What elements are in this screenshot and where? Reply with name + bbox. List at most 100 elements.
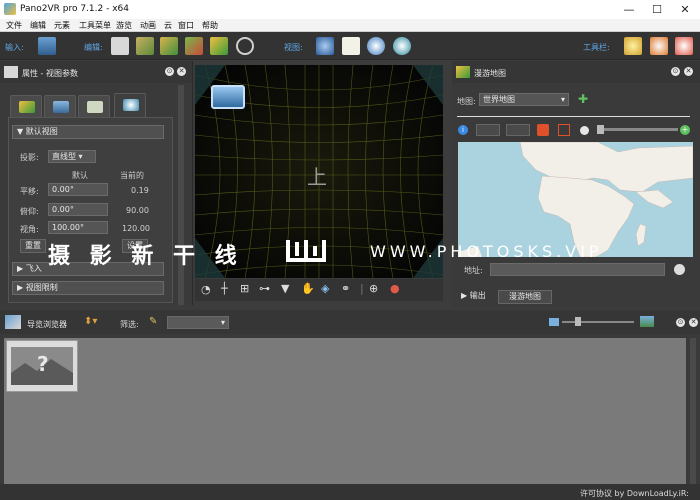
fov-current: 120.00 <box>122 224 150 233</box>
zoom-slider[interactable] <box>598 128 678 131</box>
close-icon[interactable]: ✕ <box>177 67 186 76</box>
watermark-text: 摄 影 新 干 线 <box>48 244 243 269</box>
menu-window[interactable]: 窗口 <box>178 20 194 31</box>
panorama-thumbnail[interactable]: ? <box>6 340 78 392</box>
tilt-field[interactable]: 0.00° <box>48 203 108 216</box>
zoom-out-icon[interactable] <box>580 126 589 135</box>
menu-animation[interactable]: 动画 <box>140 20 156 31</box>
target-icon[interactable]: ⊕ <box>369 282 378 295</box>
film-strip-icon[interactable] <box>111 37 129 55</box>
tour-browser-header: 导览浏览器 ⬍▾ 筛选: ✎ ▾ ⊙ ✕ <box>0 310 700 334</box>
google-maps-icon[interactable] <box>210 37 228 55</box>
menu-tools[interactable]: 工具菜单 <box>79 20 111 31</box>
panorama-hotspot-icon[interactable] <box>211 85 245 109</box>
viewer-toolbar: ◔ ┼ ⊞ ⊶ ▼ ✋ ◈ ⚭ | ⊕ ● <box>195 279 443 301</box>
marker-dropdown-icon[interactable] <box>506 124 530 136</box>
license-text: 许可协议 by DownLoadLy.iR: <box>580 489 689 498</box>
properties-scrollbar[interactable] <box>178 85 184 305</box>
import-panorama-icon[interactable] <box>38 37 56 55</box>
tab-tour-map[interactable]: 漫游地图 <box>498 290 552 304</box>
pencil-icon[interactable]: ✎ <box>149 316 157 327</box>
zoom-slider-handle[interactable] <box>597 125 604 134</box>
projection-value: 直线型 <box>52 152 76 161</box>
thumbnail-size-slider[interactable] <box>562 321 634 323</box>
eye-icon[interactable] <box>393 37 411 55</box>
pan-label: 平移: <box>20 187 39 196</box>
map-select-value: 世界地图 <box>483 95 515 104</box>
tilt-label: 俯仰: <box>20 207 39 216</box>
fov-label: 视角: <box>20 225 39 234</box>
document-icon[interactable] <box>342 37 360 55</box>
float-icon[interactable]: ⊙ <box>676 318 685 327</box>
projection-select[interactable]: 直线型 ▾ <box>48 150 96 163</box>
menu-edit[interactable]: 编辑 <box>30 20 46 31</box>
float-icon[interactable]: ⊙ <box>671 67 680 76</box>
color-wheel-icon[interactable]: ● <box>390 282 400 295</box>
compass-icon[interactable] <box>367 37 385 55</box>
filter-select[interactable]: ▾ <box>167 316 229 329</box>
info-icon[interactable]: i <box>458 125 468 135</box>
menu-help[interactable]: 帮助 <box>202 20 218 31</box>
browser-scrollbar[interactable] <box>690 338 696 484</box>
close-icon[interactable]: ✕ <box>689 318 698 327</box>
tour-map-header: 漫游地图 ⊙ ✕ <box>452 61 700 83</box>
toolbar-divider: | <box>360 282 364 295</box>
close-button[interactable]: ✕ <box>671 0 699 19</box>
input-label: 输入: <box>5 43 24 52</box>
tab-image[interactable] <box>78 95 110 117</box>
image-icon <box>87 101 103 113</box>
section-view-limits[interactable]: ▶ 视图限制 <box>12 281 164 295</box>
divider <box>457 116 690 117</box>
section-default-view[interactable]: ▼ 默认视图 <box>12 125 164 139</box>
tab-panorama[interactable] <box>44 95 76 117</box>
thumbnail-large-icon <box>640 316 654 327</box>
film-strip-icon <box>4 66 18 78</box>
level-icon[interactable]: ⊶ <box>259 282 270 295</box>
current-column-header: 当前的 <box>120 171 144 180</box>
star-icon[interactable] <box>624 37 642 55</box>
pin-icon[interactable] <box>537 124 549 136</box>
pan-field[interactable]: 0.00° <box>48 183 108 196</box>
zoom-in-icon[interactable]: + <box>680 125 690 135</box>
menu-file[interactable]: 文件 <box>6 20 22 31</box>
sort-dropdown-icon[interactable]: ⬍▾ <box>84 316 97 327</box>
cloud-sun-icon[interactable] <box>650 37 668 55</box>
cloud-upload-icon[interactable] <box>675 37 693 55</box>
hand-icon[interactable]: ✋ <box>301 282 315 295</box>
fov-field[interactable]: 100.00° <box>48 221 108 234</box>
link-dropdown-icon[interactable] <box>476 124 500 136</box>
menu-cloud[interactable]: 云 <box>164 20 172 31</box>
tour-browser-content[interactable]: ? <box>4 338 696 484</box>
maximize-button[interactable]: ☐ <box>643 0 671 19</box>
grid-icon[interactable]: ⊞ <box>240 282 249 295</box>
compass-icon[interactable]: ◔ <box>201 283 211 296</box>
tab-output[interactable]: ▶ 输出 <box>457 290 497 304</box>
map-edit-icon[interactable] <box>160 37 178 55</box>
menu-tour[interactable]: 游览 <box>116 20 132 31</box>
thumbnail-size-handle[interactable] <box>575 317 581 326</box>
view-label: 视图: <box>284 43 303 52</box>
watermark-logo <box>286 238 332 270</box>
menu-elements[interactable]: 元素 <box>54 20 70 31</box>
hotspot-icon[interactable] <box>136 37 154 55</box>
binoculars-icon[interactable] <box>316 37 334 55</box>
add-map-icon[interactable]: ✚ <box>578 92 588 106</box>
float-icon[interactable]: ⊙ <box>165 67 174 76</box>
map-select[interactable]: 世界地图 ▾ <box>479 93 569 106</box>
menu-bar: 文件 编辑 元素 工具菜单 游览 动画 云 窗口 帮助 <box>0 19 700 32</box>
tab-layers[interactable] <box>10 95 42 117</box>
title-bar: Pano2VR pro 7.1.2 - x64 — ☐ ✕ <box>0 0 700 19</box>
link-icon[interactable]: ⚭ <box>341 282 350 295</box>
panorama-icon <box>53 101 69 113</box>
tour-browser-icon[interactable] <box>185 37 203 55</box>
funnel-icon[interactable]: ▼ <box>281 282 289 295</box>
tab-view-params[interactable] <box>114 93 146 117</box>
properties-panel-title: 属性 - 视图参数 <box>22 69 78 78</box>
crosshair-icon[interactable]: ┼ <box>221 282 228 295</box>
paint-bucket-icon[interactable]: ◈ <box>321 282 329 295</box>
film-reel-icon[interactable] <box>236 37 254 55</box>
fit-bounds-icon[interactable] <box>558 124 570 136</box>
minimize-button[interactable]: — <box>615 0 643 19</box>
close-icon[interactable]: ✕ <box>684 67 693 76</box>
edit-label: 编辑: <box>84 43 103 52</box>
